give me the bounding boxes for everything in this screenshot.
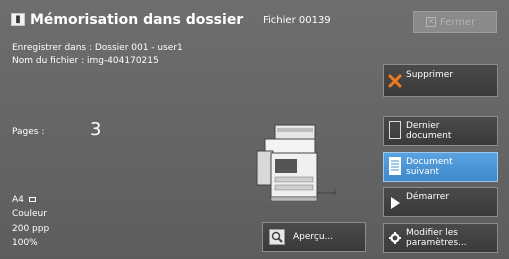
magnifier-icon [269,229,285,245]
paper-size-value: A4 [12,195,24,205]
delete-label: Supprimer [406,70,454,80]
change-settings-label: Modifier les paramètres... [406,228,467,248]
resolution: 200 ppp [12,224,50,234]
paper-size: A4 [12,195,36,205]
change-settings-button[interactable]: Modifier les paramètres... [383,223,498,253]
save-destination: Enregistrer dans : Dossier 001 - user1 [12,43,183,53]
next-document-label: Document suivant [406,157,453,177]
document-lines-icon [384,153,406,175]
start-button[interactable]: Démarrer [383,187,498,217]
file-name: Nom du fichier : img-404170215 [12,56,159,66]
start-label: Démarrer [406,192,450,202]
preview-button[interactable]: Aperçu... [262,222,366,252]
next-document-button[interactable]: Document suivant [383,152,498,182]
storage-box-icon: ▮ [11,13,25,26]
printer-illustration [256,124,336,202]
last-document-button[interactable]: Dernier document [383,116,498,146]
delete-button[interactable]: Supprimer [383,64,498,97]
document-outline-icon [384,117,406,139]
last-document-label: Dernier document [406,121,452,141]
scale: 100% [12,238,38,248]
store-to-folder-screen: ▮ Mémorisation dans dossier Fichier 0013… [0,0,509,259]
gear-icon [384,224,406,244]
close-label: Fermer [440,16,476,28]
file-number: Fichier 00139 [263,15,331,26]
close-button[interactable]: ✕ Fermer [413,11,497,33]
close-icon: ✕ [426,17,436,27]
pages-count: 3 [90,119,102,140]
preview-label: Aperçu... [293,232,334,242]
pages-label: Pages : [12,127,45,137]
color-mode: Couleur [12,209,47,219]
landscape-page-icon [28,197,36,202]
screen-title: Mémorisation dans dossier [30,12,244,28]
orange-x-icon [384,65,406,88]
play-triangle-icon [384,188,406,209]
